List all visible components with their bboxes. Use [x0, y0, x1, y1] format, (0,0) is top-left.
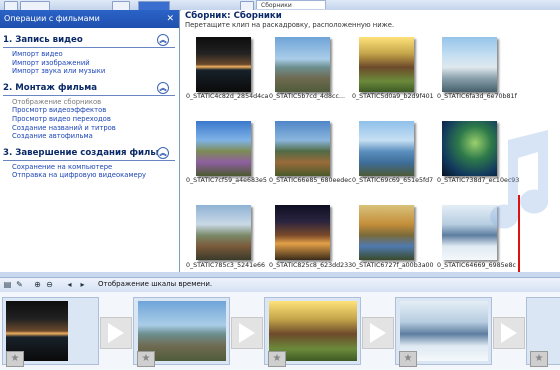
tasks-header: Операции с фильмами ✕ — [0, 10, 179, 28]
task-show-collections: Отображение сборников — [12, 97, 102, 106]
zoom-in-icon[interactable]: ⊕ — [33, 280, 42, 289]
star-icon: ★ — [399, 351, 417, 367]
storyboard-clip[interactable]: ★ — [526, 297, 560, 367]
show-timeline-toggle[interactable]: Отображение шкалы времени. — [98, 279, 212, 290]
music-note-icon — [490, 130, 549, 229]
divider — [3, 94, 175, 96]
collection-header: Сборник: Сборники Перетащите клип на рас… — [181, 10, 560, 30]
clip-thumbnail[interactable] — [275, 205, 330, 260]
task-import-video[interactable]: Импорт видео — [0, 50, 179, 59]
section-number: 1. — [3, 35, 13, 45]
chevron-up-icon[interactable]: ︽ — [157, 146, 169, 159]
audio-levels-icon[interactable]: ▤ — [3, 280, 12, 289]
clip-thumbnail[interactable] — [359, 37, 414, 92]
task-view-effects[interactable]: Просмотр видеоэффектов — [0, 106, 179, 115]
clip-label: 0_STATIC69c69_651e5fd7 — [352, 177, 434, 184]
narrate-icon[interactable]: ✎ — [15, 280, 24, 289]
clip-thumbnail[interactable] — [196, 37, 251, 92]
collections-dropdown[interactable]: Сборники — [256, 0, 326, 9]
section-title: Монтаж фильма — [15, 82, 98, 93]
divider — [3, 47, 175, 48]
task-automovie[interactable]: Создание автофильма — [0, 132, 179, 141]
clip-thumbnail[interactable] — [359, 205, 414, 260]
star-icon: ★ — [137, 351, 155, 367]
section-edit-title[interactable]: 2. Монтаж фильма ︽ — [0, 81, 179, 94]
divider — [3, 159, 175, 161]
clip-label: 0_STATIC6727f_a00b3a00 — [352, 262, 434, 269]
clip-label: 0_STATIC825c8_623dd233 — [269, 262, 353, 269]
clip-thumbnail[interactable] — [359, 121, 414, 176]
clip-label: 0_STATIC7cf59_a4e683e5 — [186, 177, 267, 184]
tasks-header-title: Операции с фильмами — [4, 14, 100, 23]
transition-slot[interactable] — [493, 317, 525, 349]
section-title: Завершение создания фильма — [15, 147, 169, 158]
task-send-to-camera[interactable]: Отправка на цифровую видеокамеру — [0, 171, 179, 180]
section-capture: 1. Запись видео ︽ Импорт видео Импорт из… — [0, 34, 179, 76]
clip-thumbnail[interactable] — [196, 121, 251, 176]
storyboard-toolbar: ▤ ✎ ⊕ ⊖ ◂ ▸ Отображение шкалы времени. — [0, 277, 560, 293]
transition-slot[interactable] — [231, 317, 263, 349]
task-view-transitions[interactable]: Просмотр видео переходов — [0, 115, 179, 124]
section-number: 3. — [3, 147, 13, 158]
chevron-up-icon[interactable]: ︽ — [157, 34, 169, 46]
clip-label: 0_STATIC4c82d_2854d4ca — [186, 93, 269, 100]
drag-arrow-icon — [514, 195, 524, 279]
star-icon: ★ — [268, 351, 286, 367]
section-finish: 3. Завершение создания фильма ︽ Сохранен… — [0, 146, 179, 180]
star-icon: ★ — [6, 351, 24, 367]
storyboard-clip[interactable]: ★ — [133, 297, 230, 367]
rewind-icon[interactable]: ◂ — [65, 280, 74, 289]
clip-label: 0_STATIC5b7cd_4d8cc... — [269, 93, 345, 100]
storyboard: ★ ★ ★ ★ ★ — [0, 292, 560, 370]
transition-slot[interactable] — [100, 317, 132, 349]
section-title: Запись видео — [15, 35, 83, 45]
section-capture-title[interactable]: 1. Запись видео ︽ — [0, 34, 179, 46]
collection-title: Сборник: Сборники — [185, 11, 282, 21]
storyboard-clip[interactable]: ★ — [2, 297, 99, 367]
storyboard-clip[interactable]: ★ — [264, 297, 361, 367]
clip-thumbnail[interactable] — [442, 37, 497, 92]
close-icon[interactable]: ✕ — [166, 10, 174, 28]
clip-label: 0_STATIC64669_6985e8c — [437, 262, 516, 269]
clip-thumbnail[interactable] — [275, 121, 330, 176]
section-edit: 2. Монтаж фильма ︽ Отображение сборников… — [0, 81, 179, 141]
star-icon: ★ — [530, 351, 548, 367]
clip-thumbnail[interactable] — [275, 37, 330, 92]
clip-label: 0_STATIC66e85_680eedec — [269, 177, 352, 184]
clip-thumbnail[interactable] — [196, 205, 251, 260]
clip-label: 0_STATIC5d0a9_b2d9f401 — [352, 93, 434, 100]
transition-slot[interactable] — [362, 317, 394, 349]
task-import-audio[interactable]: Импорт звука или музыки — [0, 67, 179, 76]
task-make-titles[interactable]: Создание названий и титров — [0, 124, 179, 133]
section-number: 2. — [3, 82, 13, 93]
task-save-to-computer[interactable]: Сохранение на компьютере — [0, 163, 179, 172]
clip-label: 0_STATIC785c3_5241e66 — [186, 262, 265, 269]
tasks-pane: Операции с фильмами ✕ 1. Запись видео ︽ … — [0, 10, 180, 272]
collection-subtitle: Перетащите клип на раскадровку, располож… — [185, 21, 395, 29]
storyboard-clip[interactable]: ★ — [395, 297, 492, 367]
zoom-out-icon[interactable]: ⊖ — [45, 280, 54, 289]
clip-label: 0_STATIC6fa3d_6e70b81f — [437, 93, 517, 100]
chevron-up-icon[interactable]: ︽ — [157, 81, 169, 94]
section-finish-title[interactable]: 3. Завершение создания фильма ︽ — [0, 146, 179, 159]
task-import-pictures[interactable]: Импорт изображений — [0, 59, 179, 68]
play-icon[interactable]: ▸ — [78, 280, 87, 289]
